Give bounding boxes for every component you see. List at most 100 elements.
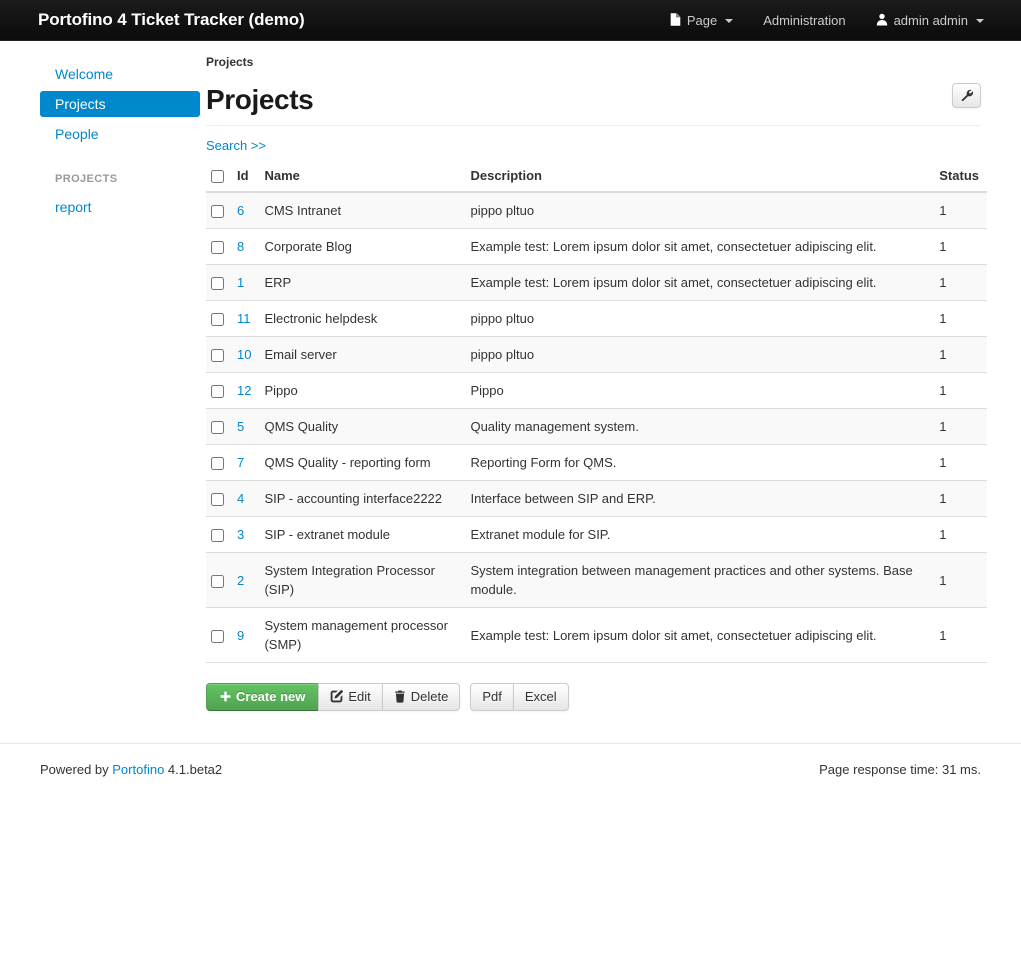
- column-header-id[interactable]: Id: [232, 160, 259, 192]
- cell-id: 4: [232, 481, 259, 517]
- page-footer: Powered by Portofino 4.1.beta2 Page resp…: [0, 744, 1021, 777]
- table-row[interactable]: 6CMS Intranetpippo pltuo1: [206, 192, 987, 229]
- row-select-checkbox[interactable]: [211, 241, 224, 254]
- table-row[interactable]: 3SIP - extranet moduleExtranet module fo…: [206, 517, 987, 553]
- cell-status: 1: [934, 373, 987, 409]
- sidebar: Welcome Projects People PROJECTS report: [0, 51, 200, 711]
- row-select-checkbox[interactable]: [211, 205, 224, 218]
- column-header-name[interactable]: Name: [259, 160, 465, 192]
- cell-status: 1: [934, 608, 987, 663]
- cell-name: System management processor (SMP): [259, 608, 465, 663]
- sidebar-item-projects[interactable]: Projects: [40, 91, 200, 117]
- column-header-description[interactable]: Description: [465, 160, 934, 192]
- nav-item-administration[interactable]: Administration: [748, 0, 860, 41]
- row-select-checkbox[interactable]: [211, 421, 224, 434]
- table-row[interactable]: 12PippoPippo1: [206, 373, 987, 409]
- configure-page-button[interactable]: [952, 83, 981, 108]
- cell-name: Corporate Blog: [259, 229, 465, 265]
- cell-status: 1: [934, 229, 987, 265]
- row-id-link[interactable]: 5: [237, 419, 244, 434]
- delete-button[interactable]: Delete: [382, 683, 461, 711]
- page-title-row: Projects: [206, 83, 981, 126]
- row-id-link[interactable]: 7: [237, 455, 244, 470]
- row-id-link[interactable]: 11: [237, 311, 251, 326]
- table-row[interactable]: 4SIP - accounting interface2222Interface…: [206, 481, 987, 517]
- cell-status: 1: [934, 265, 987, 301]
- row-select-checkbox[interactable]: [211, 630, 224, 643]
- table-row[interactable]: 10Email serverpippo pltuo1: [206, 337, 987, 373]
- user-icon: [876, 13, 888, 28]
- select-all-header: [206, 160, 232, 192]
- row-select-checkbox[interactable]: [211, 385, 224, 398]
- export-pdf-button[interactable]: Pdf: [470, 683, 513, 711]
- row-select-cell: [206, 445, 232, 481]
- plus-icon: [220, 691, 231, 704]
- row-select-cell: [206, 373, 232, 409]
- cell-description: Reporting Form for QMS.: [465, 445, 934, 481]
- export-excel-button[interactable]: Excel: [513, 683, 569, 711]
- table-row[interactable]: 11Electronic helpdeskpippo pltuo1: [206, 301, 987, 337]
- main-content: Projects Projects Search >> Id Nam: [200, 51, 1021, 711]
- search-toggle-link[interactable]: Search >>: [206, 138, 266, 153]
- cell-name: SIP - accounting interface2222: [259, 481, 465, 517]
- table-row[interactable]: 5QMS QualityQuality management system.1: [206, 409, 987, 445]
- edit-button[interactable]: Edit: [318, 683, 381, 711]
- cell-id: 1: [232, 265, 259, 301]
- sidebar-item-people[interactable]: People: [40, 121, 200, 147]
- row-id-link[interactable]: 8: [237, 239, 244, 254]
- sidebar-item-welcome[interactable]: Welcome: [40, 61, 200, 87]
- column-header-status[interactable]: Status: [934, 160, 987, 192]
- top-navbar: Portofino 4 Ticket Tracker (demo) Page A…: [0, 0, 1021, 41]
- table-row[interactable]: 9System management processor (SMP)Exampl…: [206, 608, 987, 663]
- row-select-checkbox[interactable]: [211, 529, 224, 542]
- row-id-link[interactable]: 2: [237, 573, 244, 588]
- row-select-cell: [206, 192, 232, 229]
- table-row[interactable]: 8Corporate BlogExample test: Lorem ipsum…: [206, 229, 987, 265]
- nav-item-page[interactable]: Page: [655, 0, 748, 41]
- row-select-cell: [206, 337, 232, 373]
- cell-id: 7: [232, 445, 259, 481]
- row-id-link[interactable]: 6: [237, 203, 244, 218]
- breadcrumb[interactable]: Projects: [206, 55, 981, 69]
- chevron-down-icon: [976, 19, 984, 23]
- crud-button-group: Create new Edit: [206, 683, 460, 711]
- table-row[interactable]: 2System Integration Processor (SIP)Syste…: [206, 553, 987, 608]
- export-button-group: Pdf Excel: [470, 683, 568, 711]
- cell-id: 12: [232, 373, 259, 409]
- page-title: Projects: [206, 83, 313, 117]
- table-row[interactable]: 7QMS Quality - reporting formReporting F…: [206, 445, 987, 481]
- cell-name: Pippo: [259, 373, 465, 409]
- cell-status: 1: [934, 481, 987, 517]
- create-new-button[interactable]: Create new: [206, 683, 318, 711]
- cell-status: 1: [934, 517, 987, 553]
- table-row[interactable]: 1ERPExample test: Lorem ipsum dolor sit …: [206, 265, 987, 301]
- cell-status: 1: [934, 553, 987, 608]
- trash-icon: [394, 690, 406, 705]
- edit-button-label: Edit: [348, 688, 370, 706]
- cell-id: 10: [232, 337, 259, 373]
- row-id-link[interactable]: 12: [237, 383, 251, 398]
- nav-item-user-menu[interactable]: admin admin: [861, 0, 999, 41]
- cell-status: 1: [934, 445, 987, 481]
- row-select-checkbox[interactable]: [211, 349, 224, 362]
- row-select-checkbox[interactable]: [211, 575, 224, 588]
- row-select-checkbox[interactable]: [211, 277, 224, 290]
- row-id-link[interactable]: 1: [237, 275, 244, 290]
- row-select-checkbox[interactable]: [211, 313, 224, 326]
- cell-name: Email server: [259, 337, 465, 373]
- portofino-link[interactable]: Portofino: [112, 762, 164, 777]
- row-id-link[interactable]: 9: [237, 628, 244, 643]
- action-button-bar: Create new Edit: [206, 683, 981, 711]
- row-id-link[interactable]: 4: [237, 491, 244, 506]
- row-select-checkbox[interactable]: [211, 457, 224, 470]
- cell-status: 1: [934, 192, 987, 229]
- row-select-cell: [206, 409, 232, 445]
- sidebar-item-report[interactable]: report: [40, 194, 200, 220]
- select-all-checkbox[interactable]: [211, 170, 224, 183]
- row-id-link[interactable]: 10: [237, 347, 251, 362]
- row-select-checkbox[interactable]: [211, 493, 224, 506]
- cell-id: 6: [232, 192, 259, 229]
- row-id-link[interactable]: 3: [237, 527, 244, 542]
- cell-id: 5: [232, 409, 259, 445]
- cell-description: pippo pltuo: [465, 301, 934, 337]
